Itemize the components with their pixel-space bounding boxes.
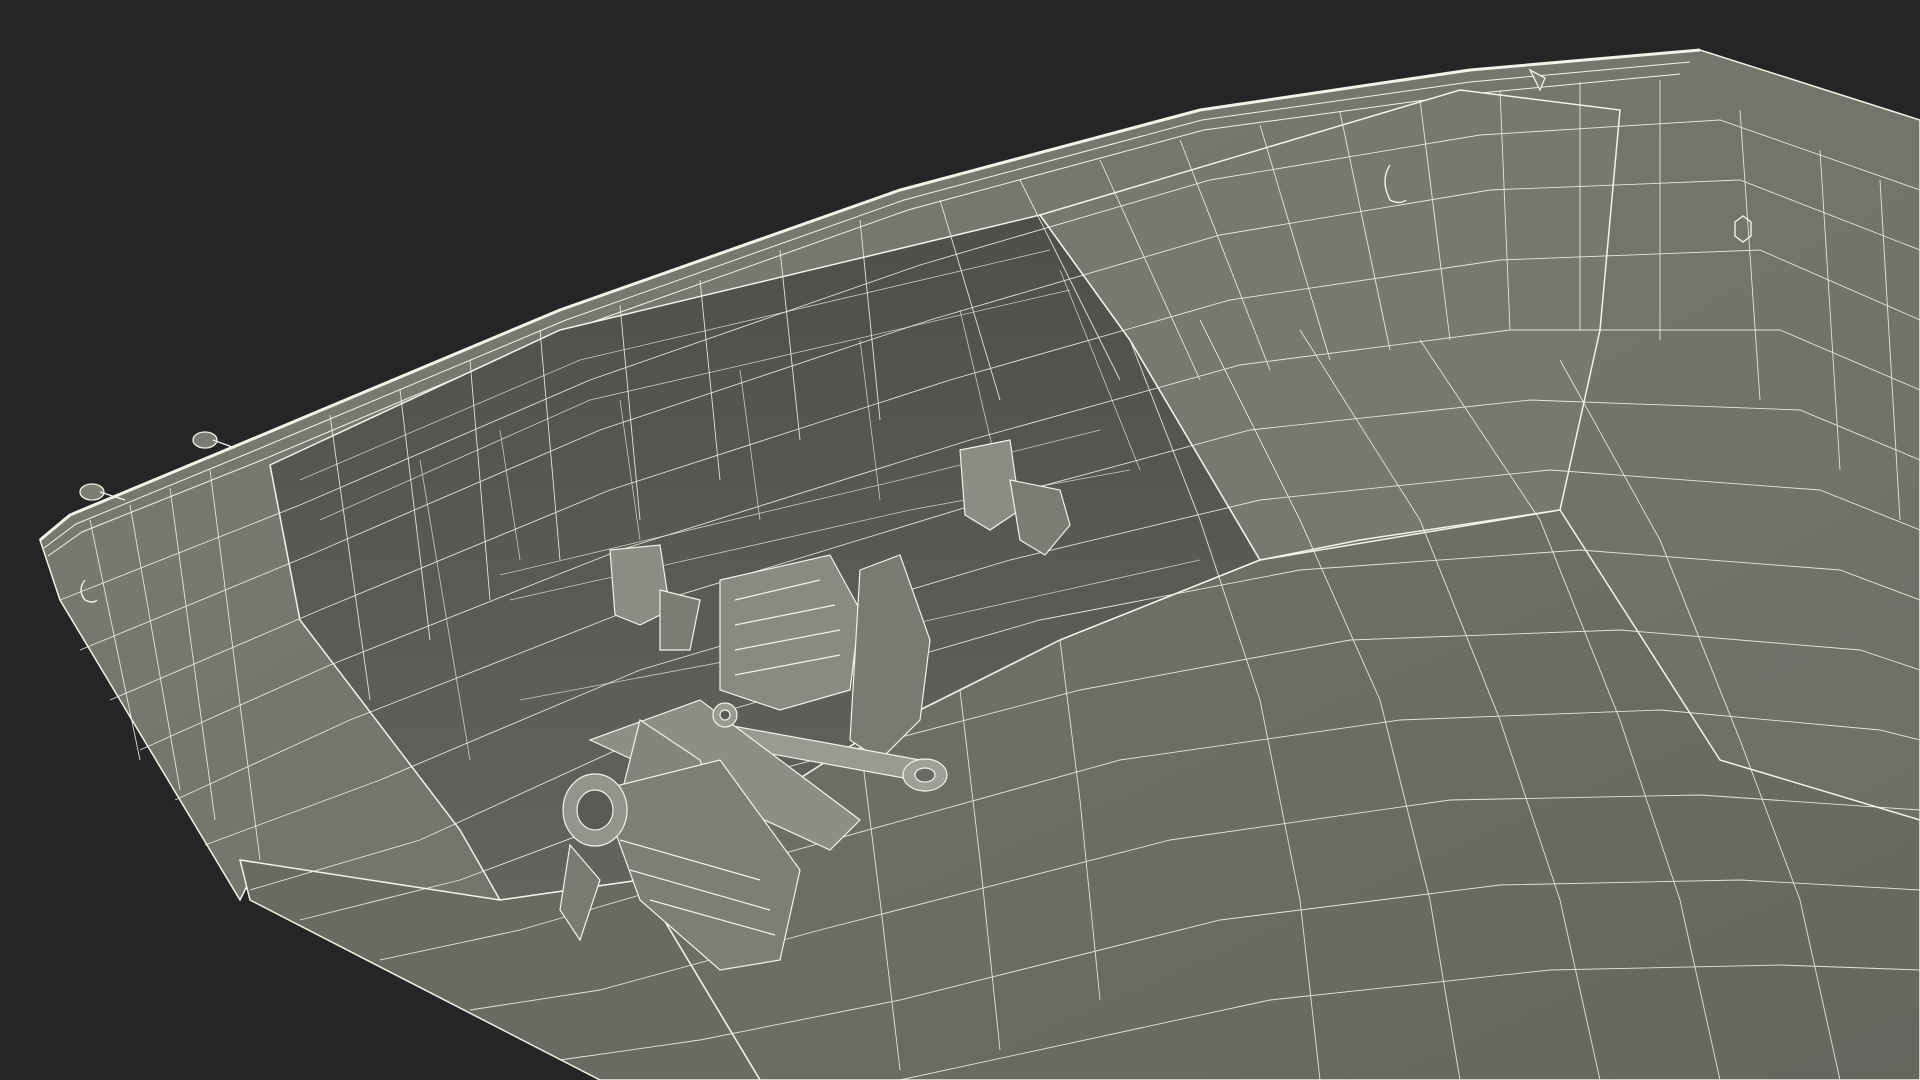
viewport[interactable]	[0, 0, 1920, 1080]
wireframe-render	[0, 0, 1920, 1080]
motor-housing	[719, 554, 861, 711]
